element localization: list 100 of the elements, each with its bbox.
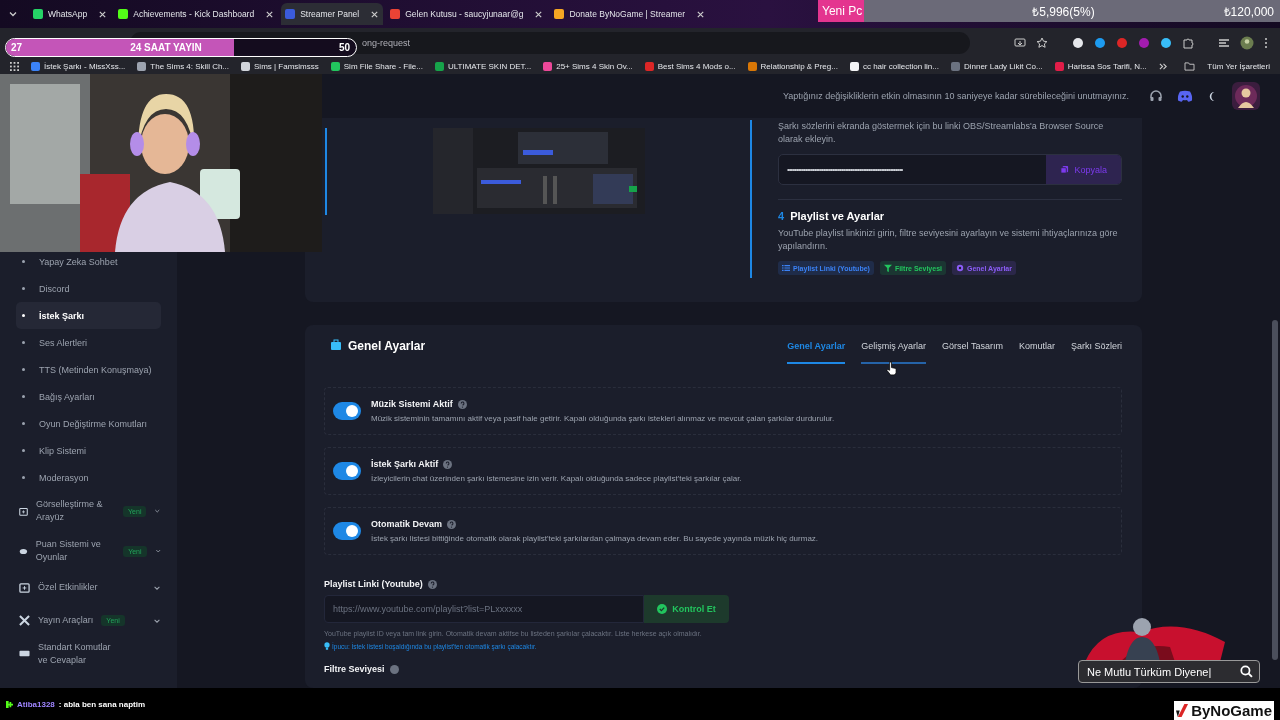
chevron-down-icon[interactable] <box>154 547 161 555</box>
calendar-icon <box>19 505 28 517</box>
filter-icon <box>883 264 892 272</box>
progress-end: 50 <box>338 42 350 53</box>
bookmark[interactable]: Sims | Famsimsss <box>241 61 319 71</box>
browser-tab[interactable]: Streamer Panel <box>281 3 384 25</box>
sidebar-group[interactable]: Görselleştirme & Arayüz <box>36 498 116 524</box>
progress-start: 27 <box>11 42 23 53</box>
bookmark[interactable]: Relationship & Preg... <box>747 61 838 71</box>
avatar[interactable] <box>1232 82 1260 110</box>
extension-icon[interactable] <box>1072 37 1084 49</box>
check-button[interactable]: Kontrol Et <box>644 595 729 623</box>
bookmark[interactable]: The Sims 4: Skill Ch... <box>137 61 230 71</box>
sidebar-item[interactable]: Ses Alertleri <box>16 329 161 356</box>
sidebar-item[interactable]: Oyun Değiştirme Komutları <box>16 410 161 437</box>
keyboard-icon <box>19 648 30 659</box>
menu-icon[interactable] <box>1218 37 1230 49</box>
close-icon[interactable] <box>265 9 275 19</box>
settings-tab[interactable]: Şarkı Sözleri <box>1070 339 1122 364</box>
bookmark[interactable]: ULTIMATE SKIN DET... <box>434 61 532 71</box>
hand-cursor-icon <box>886 361 897 376</box>
setting-description: Müzik sisteminin tamamını aktif veya pasif hale getirir. Kapalı olduğunda şarkı istekleri alınmaz ve mevcut çalan şarkılar durdurulur. <box>371 414 835 423</box>
goal-target: ₺120,000 <box>1223 3 1274 20</box>
progress-title: 24 SAAT YAYIN <box>130 42 202 53</box>
headset-icon[interactable] <box>1149 89 1163 103</box>
help-icon[interactable] <box>457 399 467 409</box>
kick-icon <box>6 700 13 708</box>
bookmark[interactable]: Best Sims 4 Mods o... <box>644 61 736 71</box>
chevrons-icon[interactable] <box>1158 61 1168 71</box>
settings-tab[interactable]: Görsel Tasarım <box>942 339 1003 364</box>
scrollbar-thumb[interactable] <box>1272 320 1278 660</box>
brand-logo: ByNoGame <box>1174 701 1274 720</box>
setting-description: İstek şarkı listesi bittiğinde otomatik olarak playlist'teki şarkılardan çalmaya devam eder. Bu sayede yayında müzik hiç durmaz. <box>371 534 819 543</box>
sidebar-item[interactable]: Moderasyon <box>16 464 161 491</box>
star-icon[interactable] <box>1036 37 1048 49</box>
sidebar-item[interactable]: Discord <box>16 275 161 302</box>
help-icon[interactable] <box>443 459 453 469</box>
sidebar-item[interactable]: Yapay Zeka Sohbet <box>16 248 161 275</box>
toggle-switch[interactable] <box>333 522 361 540</box>
gear-icon <box>956 264 964 272</box>
setting-label: İstek Şarkı Aktif <box>371 459 439 469</box>
toggle-switch[interactable] <box>333 402 361 420</box>
browser-tab[interactable]: Achievements - Kick Dashboard <box>114 3 279 25</box>
bookmark[interactable]: cc hair collection lin... <box>849 61 939 71</box>
folder-icon[interactable] <box>1184 61 1196 71</box>
goal-amount: ₺5,996(5%) <box>1032 3 1095 20</box>
more-icon[interactable] <box>1264 37 1268 49</box>
bookmark-folder[interactable]: Tüm Yer İşaretleri <box>1207 61 1270 71</box>
tab-list-icon[interactable] <box>8 9 18 19</box>
bookmark[interactable]: Sim File Share - File... <box>330 61 423 71</box>
sidebar-group[interactable]: Puan Sistemi ve Oyunlar <box>35 538 116 564</box>
sidebar-group[interactable]: Yayın Araçları <box>38 614 94 627</box>
step-description: YouTube playlist linkinizi girin, filtre seviyesini ayarlayın ve sistemi ihtiyaçlarınıza göre yapılandırın. <box>778 227 1119 253</box>
extension-icon[interactable] <box>1094 37 1106 49</box>
setting-label: Otomatik Devam <box>371 519 443 529</box>
settings-tab[interactable]: Genel Ayarlar <box>787 339 846 364</box>
browser-tab[interactable]: Gelen Kutusu - saucyjunaar@g <box>386 3 548 25</box>
discord-icon[interactable] <box>1177 90 1193 102</box>
help-icon[interactable] <box>427 579 437 589</box>
install-icon[interactable] <box>1014 37 1026 49</box>
sidebar-item[interactable]: Bağış Ayarları <box>16 383 161 410</box>
close-icon[interactable] <box>370 9 380 19</box>
settings-tab[interactable]: Komutlar <box>1018 339 1055 364</box>
goal-title: Yeni Pc <box>822 4 863 18</box>
sidebar-group[interactable]: Özel Etkinlikler <box>38 581 98 594</box>
bookmark[interactable]: İstek Şarkı - MissXss... <box>31 61 126 71</box>
close-icon[interactable] <box>98 9 108 19</box>
toggle-switch[interactable] <box>333 462 361 480</box>
sidebar-group[interactable]: Standart Komutlar ve Cevaplar <box>38 640 118 667</box>
toolbox-icon <box>330 339 342 351</box>
browser-tab[interactable]: Donate ByNoGame | Streamer <box>550 3 710 25</box>
tools-icon <box>19 615 30 626</box>
apps-icon[interactable] <box>10 61 19 71</box>
setting-label: Müzik Sistemi Aktif <box>371 399 453 409</box>
section-title: Genel Ayarlar <box>348 339 426 353</box>
help-icon[interactable] <box>447 519 457 529</box>
chat-username: Atiba1328 <box>17 699 55 709</box>
bookmark[interactable]: Dinner Lady Likit Co... <box>950 61 1043 71</box>
close-icon[interactable] <box>534 9 544 19</box>
chat-message: : abla ben sana naptim <box>58 699 146 709</box>
extension-icon[interactable] <box>1160 37 1172 49</box>
search-icon[interactable] <box>1240 665 1253 678</box>
chevron-down-icon[interactable] <box>154 507 161 515</box>
calendar-icon <box>19 582 30 593</box>
help-icon[interactable] <box>389 664 399 674</box>
sidebar-item[interactable]: TTS (Metinden Konuşmaya) <box>16 356 161 383</box>
bookmark[interactable]: 25+ Sims 4 Skin Ov... <box>543 61 633 71</box>
close-icon[interactable] <box>696 9 706 19</box>
profile-icon[interactable] <box>1240 36 1254 50</box>
check-circle-icon <box>657 604 668 614</box>
browser-tab[interactable]: WhatsApp <box>29 3 112 25</box>
puzzle-icon[interactable] <box>1182 37 1194 49</box>
notice-text: Yaptığınız değişikliklerin etkin olmasının 10 saniyeye kadar sürebileceğini unutmayınız. <box>782 91 1129 101</box>
bookmark[interactable]: Harissa Sos Tarifi, N... <box>1054 61 1147 71</box>
field-label: Playlist Linki (Youtube) <box>324 579 423 589</box>
sidebar-item[interactable]: İstek Şarkı <box>16 302 161 329</box>
sidebar-item[interactable]: Klip Sistemi <box>16 437 161 464</box>
lightbulb-icon <box>324 642 330 650</box>
playlist-input[interactable]: https://www.youtube.com/playlist?list=PLxxxxxx <box>324 595 644 623</box>
setting-description: İzleyicilerin chat üzerinden şarkı istemesine izin verir. Kapalı olduğunda sadece playlist'teki şarkılar çalar. <box>371 474 742 483</box>
